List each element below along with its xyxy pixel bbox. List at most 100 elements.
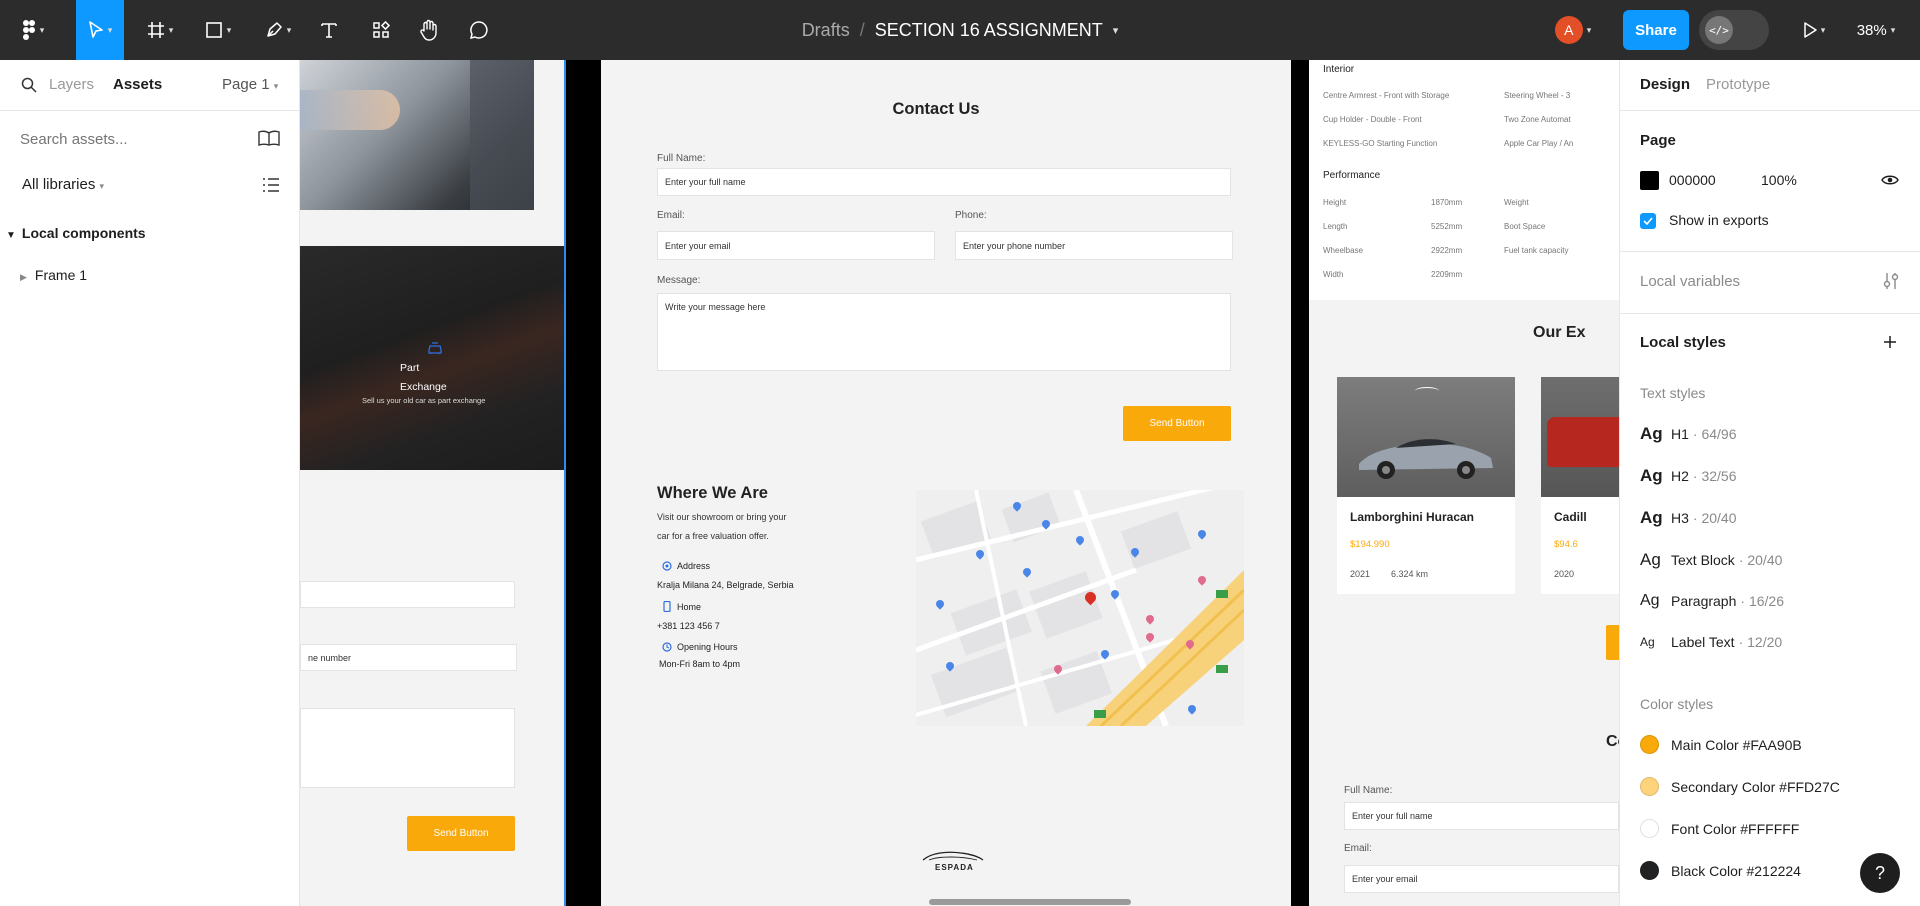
watermark-logo-icon	[1415, 387, 1439, 395]
text-style-meta: · 12/20	[1738, 634, 1783, 650]
text-style-h2[interactable]: Ag H2 · 32/56	[1640, 466, 1737, 486]
chevron-down-icon: ▾	[286, 24, 292, 35]
frame-tool-icon	[147, 22, 164, 38]
car1-price: $194.990	[1350, 539, 1390, 550]
tab-prototype[interactable]: Prototype	[1706, 76, 1770, 93]
text-style-name: Text Block	[1671, 552, 1735, 568]
list-view-icon[interactable]	[262, 177, 280, 193]
page-color-swatch[interactable]	[1640, 171, 1659, 190]
home-label: Home	[677, 602, 702, 612]
text-style-paragraph[interactable]: Ag Paragraph · 16/26	[1640, 592, 1784, 610]
page-color-value[interactable]: 000000	[1669, 172, 1716, 188]
right-email-placeholder: Enter your email	[1352, 874, 1418, 884]
file-name[interactable]: SECTION 16 ASSIGNMENT	[875, 20, 1103, 41]
zoom-control[interactable]: 38% ▾	[1844, 0, 1908, 60]
right-frame[interactable]: Interior Centre Armrest - Front with Sto…	[1309, 60, 1619, 906]
hours-label: Opening Hours	[677, 642, 738, 652]
plus-icon[interactable]	[1883, 335, 1897, 349]
search-icon[interactable]	[21, 77, 37, 93]
library-book-icon[interactable]	[258, 130, 280, 146]
left-panel: Layers Assets Page 1 ▾ All libraries ▾ ▼…	[0, 60, 300, 906]
interior-item-5: Two Zone Automat	[1504, 115, 1571, 124]
email-field: Enter your email	[657, 231, 935, 260]
car1-km: 6.324 km	[1391, 569, 1429, 579]
perf-label-height: Height	[1323, 198, 1347, 207]
email-label: Email:	[657, 210, 685, 221]
figma-menu-button[interactable]: ▾	[12, 0, 54, 60]
text-style-text-block[interactable]: Ag Text Block · 20/40	[1640, 550, 1782, 570]
resources-button[interactable]	[366, 0, 396, 60]
text-style-preview: Ag	[1640, 424, 1663, 443]
present-button[interactable]: ▾	[1794, 0, 1834, 60]
handshake-image	[300, 60, 534, 210]
divider	[1620, 251, 1920, 252]
car-exchange-icon	[428, 342, 442, 354]
text-style-meta: · 64/96	[1692, 426, 1737, 442]
perf-value-height: 1870mm	[1431, 198, 1463, 207]
tab-layers[interactable]: Layers	[49, 76, 94, 93]
part-exchange-card: Part Exchange Sell us your old car as pa…	[300, 246, 564, 470]
frame-tool-button[interactable]: ▾	[138, 0, 182, 60]
page-selector[interactable]: Page 1 ▾	[222, 76, 278, 93]
pen-tool-button[interactable]: ▾	[256, 0, 300, 60]
left-frame[interactable]: Part Exchange Sell us your old car as pa…	[300, 60, 564, 906]
left-frame-field-1	[300, 581, 515, 608]
multiplayer-avatar-button[interactable]: A ▾	[1552, 0, 1594, 60]
text-style-label-text[interactable]: Ag Label Text · 12/20	[1640, 634, 1782, 650]
local-components-header[interactable]: ▼ Local components	[6, 225, 146, 241]
tab-design[interactable]: Design	[1640, 76, 1690, 93]
move-tool-button[interactable]: ▾	[76, 0, 124, 60]
left-frame-phone-text: ne number	[308, 652, 352, 663]
avatar: A	[1554, 16, 1583, 44]
perf-value-length: 5252mm	[1431, 222, 1463, 231]
text-style-name: H3	[1671, 510, 1689, 526]
canvas[interactable]: Part Exchange Sell us your old car as pa…	[300, 60, 1619, 906]
search-assets-input[interactable]	[20, 128, 260, 150]
horizontal-scrollbar[interactable]	[929, 899, 1131, 905]
all-libraries-dropdown[interactable]: All libraries ▾	[22, 176, 104, 193]
color-style-font[interactable]: Font Color #FFFFFF	[1640, 819, 1799, 838]
show-in-exports-checkbox[interactable]	[1640, 213, 1656, 229]
email-placeholder: Enter your email	[665, 240, 731, 251]
breadcrumb-drafts[interactable]: Drafts	[802, 20, 850, 41]
text-style-h3[interactable]: Ag H3 · 20/40	[1640, 508, 1737, 528]
dev-mode-toggle[interactable]: </>	[1699, 10, 1769, 50]
color-style-black[interactable]: Black Color #212224	[1640, 861, 1801, 880]
shape-tool-button[interactable]: ▾	[196, 0, 240, 60]
tree-item-frame-1[interactable]: ▶ Frame 1	[20, 267, 87, 283]
center-frame[interactable]: Contact Us Full Name: Enter your full na…	[601, 60, 1291, 906]
hand-tool-button[interactable]	[414, 0, 444, 60]
chevron-down-icon[interactable]: ▾	[1113, 24, 1119, 37]
view-all-button-fragment	[1606, 625, 1619, 660]
car1-name: Lamborghini Huracan	[1350, 510, 1475, 524]
variables-sliders-icon[interactable]	[1883, 272, 1899, 290]
car-card-cadillac: Cadill $94.6 2020	[1541, 377, 1619, 594]
color-style-name: Black Color #212224	[1671, 862, 1801, 879]
comment-button[interactable]	[464, 0, 494, 60]
text-style-h1[interactable]: Ag H1 · 64/96	[1640, 424, 1737, 444]
color-style-main[interactable]: Main Color #FAA90B	[1640, 735, 1802, 754]
text-style-preview: Ag	[1640, 635, 1655, 649]
car2-price: $94.6	[1554, 539, 1578, 550]
chevron-down-icon: ▾	[99, 181, 105, 191]
divider	[1620, 313, 1920, 314]
text-style-name: H1	[1671, 426, 1689, 442]
phone-field: Enter your phone number	[955, 231, 1233, 260]
address-value: Kralja Milana 24, Belgrade, Serbia	[657, 580, 794, 590]
local-variables-label[interactable]: Local variables	[1640, 273, 1740, 290]
share-button[interactable]: Share	[1623, 10, 1689, 50]
text-style-preview: Ag	[1640, 592, 1660, 609]
color-style-secondary[interactable]: Secondary Color #FFD27C	[1640, 777, 1840, 796]
pen-tool-icon	[266, 22, 282, 37]
right-email-field: Enter your email	[1344, 865, 1619, 893]
map-streets	[916, 490, 1244, 726]
tree-item-label: Frame 1	[34, 267, 88, 283]
tab-assets[interactable]: Assets	[113, 76, 162, 93]
help-button[interactable]: ?	[1860, 853, 1900, 893]
interior-item-2: Cup Holder - Double - Front	[1323, 115, 1422, 124]
text-tool-button[interactable]	[314, 0, 344, 60]
color-style-name: Secondary Color #FFD27C	[1671, 778, 1840, 795]
text-style-name: Label Text	[1671, 634, 1735, 650]
page-opacity-value[interactable]: 100%	[1761, 172, 1797, 188]
eye-icon[interactable]	[1881, 174, 1899, 186]
